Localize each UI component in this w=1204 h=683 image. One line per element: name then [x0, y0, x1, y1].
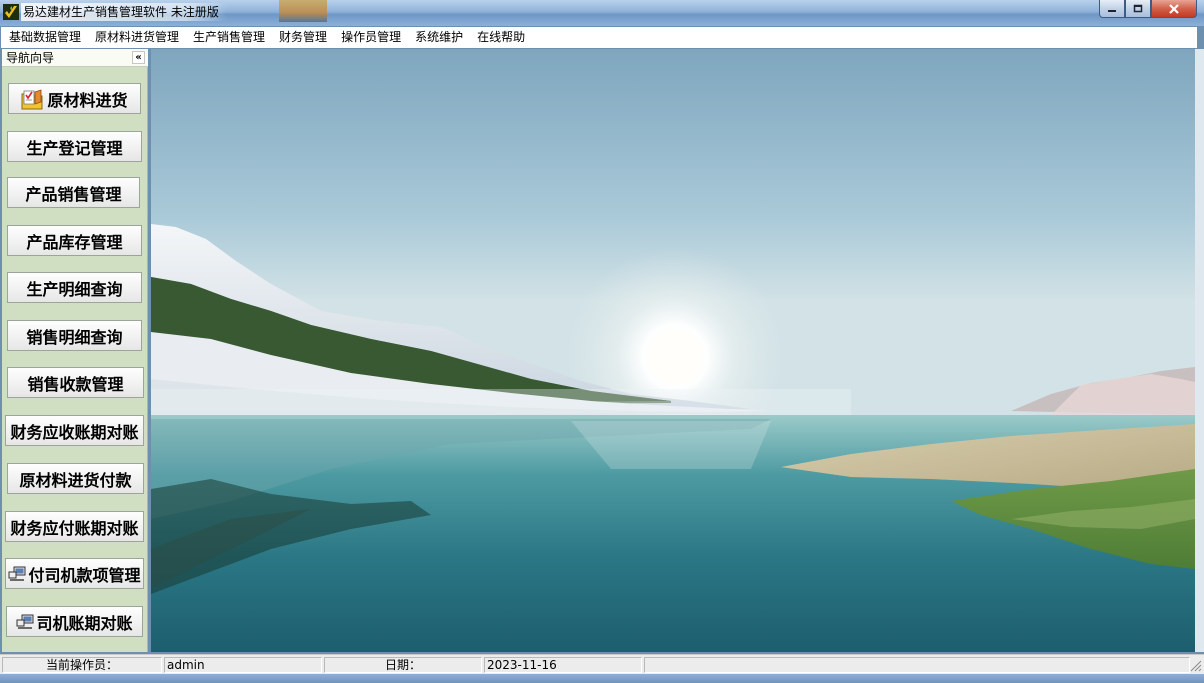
nav-button-label: 付司机款项管理: [28, 565, 141, 585]
nav-button-driver-reconciliation[interactable]: 司机账期对账: [6, 606, 143, 637]
nav-button-label: 原材料进货: [47, 90, 128, 110]
nav-button-label: 生产明细查询: [26, 279, 123, 299]
maximize-button[interactable]: [1125, 0, 1151, 18]
nav-button-label: 产品库存管理: [26, 232, 123, 252]
menu-production-sales[interactable]: 生产销售管理: [186, 27, 272, 48]
menu-basic-data[interactable]: 基础数据管理: [1, 27, 88, 48]
nav-button-label: 生产登记管理: [26, 138, 123, 158]
nav-button-label: 财务应付账期对账: [10, 518, 139, 538]
nav-button-receivable-reconciliation[interactable]: 财务应收账期对账: [5, 415, 144, 446]
nav-button-label: 销售明细查询: [26, 327, 123, 347]
menu-bar: 基础数据管理 原材料进货管理 生产销售管理 财务管理 操作员管理 系统维护 在线…: [1, 27, 1197, 48]
menu-finance[interactable]: 财务管理: [272, 27, 334, 48]
menu-system-maintenance[interactable]: 系统维护: [408, 27, 470, 48]
status-date-label: 日期：: [324, 657, 482, 673]
desktop-background-image: [151, 49, 1195, 652]
nav-button-label: 产品销售管理: [25, 184, 122, 204]
nav-button-label: 财务应收账期对账: [10, 422, 139, 442]
nav-button-raw-material-purchase[interactable]: 原材料进货: [8, 83, 141, 114]
network-icon: [16, 614, 34, 629]
right-edge-strip: [1195, 49, 1204, 652]
nav-button-driver-payment[interactable]: 付司机款项管理: [5, 558, 144, 589]
menu-online-help[interactable]: 在线帮助: [470, 27, 532, 48]
nav-button-label: 司机账期对账: [36, 613, 133, 633]
nav-header: 导航向导 «: [2, 49, 148, 67]
nav-button-label: 销售收款管理: [27, 374, 124, 394]
title-bar: 易达建材生产销售管理软件 未注册版: [0, 0, 1204, 26]
nav-button-sales-details[interactable]: 销售明细查询: [7, 320, 142, 351]
maximize-icon: [1133, 4, 1143, 12]
status-bar: 当前操作员： admin 日期： 2023-11-16: [0, 654, 1204, 674]
window-title: 易达建材生产销售管理软件 未注册版: [21, 3, 227, 21]
nav-button-production-details[interactable]: 生产明细查询: [7, 272, 142, 303]
nav-button-payable-reconciliation[interactable]: 财务应付账期对账: [5, 511, 144, 542]
collapse-icon[interactable]: «: [132, 51, 145, 64]
close-button[interactable]: [1151, 0, 1197, 18]
network-icon: [8, 566, 26, 581]
nav-button-production-registration[interactable]: 生产登记管理: [7, 131, 142, 162]
folder-check-icon: [21, 88, 43, 109]
minimize-icon: [1108, 9, 1116, 12]
nav-button-product-sales[interactable]: 产品销售管理: [7, 177, 140, 208]
status-date-value: 2023-11-16: [484, 657, 642, 673]
nav-button-sales-collection[interactable]: 销售收款管理: [7, 367, 144, 398]
nav-button-label: 原材料进货付款: [19, 470, 132, 490]
nav-title: 导航向导: [6, 51, 55, 65]
landscape-illustration: [151, 49, 1195, 652]
app-logo-icon: [3, 4, 19, 20]
window-controls: [1099, 0, 1197, 19]
nav-button-product-inventory[interactable]: 产品库存管理: [7, 225, 142, 256]
close-icon: [1169, 3, 1179, 14]
minimize-button[interactable]: [1099, 0, 1125, 18]
navigation-panel: 导航向导 « 原材料进货 生产登记管理 产品销售管理 产品库存管理 生产明细查询…: [2, 49, 148, 652]
status-empty-panel: [644, 657, 1190, 673]
status-operator-label: 当前操作员：: [2, 657, 162, 673]
nav-button-raw-material-payment[interactable]: 原材料进货付款: [7, 463, 144, 494]
status-operator-value: admin: [164, 657, 322, 673]
menu-operator[interactable]: 操作员管理: [334, 27, 408, 48]
title-thumbnail: [279, 0, 327, 22]
window-bottom-border: [0, 674, 1204, 683]
resize-grip-icon[interactable]: [1190, 660, 1202, 672]
menu-raw-material-purchase[interactable]: 原材料进货管理: [88, 27, 186, 48]
